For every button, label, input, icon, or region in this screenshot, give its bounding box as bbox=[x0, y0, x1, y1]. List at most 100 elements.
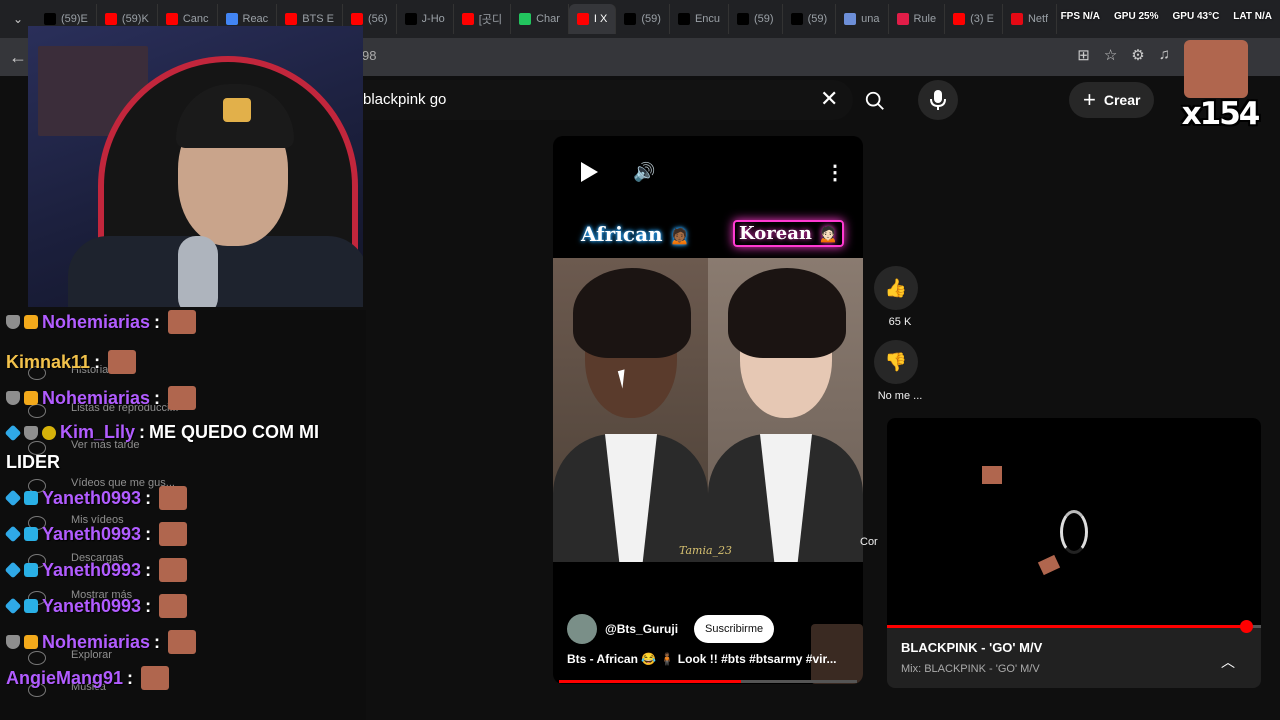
tab-favicon-icon bbox=[225, 13, 238, 25]
sub-badge-icon bbox=[24, 527, 38, 541]
emote-image bbox=[1184, 40, 1248, 98]
chat-emote bbox=[168, 630, 197, 654]
browser-tab[interactable]: una bbox=[836, 4, 889, 34]
clear-search-icon[interactable]: ✕ bbox=[820, 86, 838, 112]
chat-text: LIDER bbox=[6, 452, 60, 472]
browser-tab[interactable]: (59) bbox=[729, 4, 783, 34]
sub-badge-icon bbox=[24, 599, 38, 613]
chat-separator: : bbox=[145, 559, 152, 580]
collections-icon[interactable]: ♫ bbox=[1159, 46, 1170, 64]
url-text[interactable]: 98 bbox=[362, 48, 376, 63]
browser-tab[interactable]: [곳디 bbox=[454, 4, 512, 34]
floating-emote bbox=[1037, 554, 1061, 576]
dislike-button[interactable]: 👎 bbox=[874, 340, 918, 384]
chat-username[interactable]: Nohemiarias bbox=[42, 388, 150, 409]
subscribe-button[interactable]: Suscribirme bbox=[694, 615, 775, 643]
plus-icon: + bbox=[1083, 87, 1096, 112]
browser-tab[interactable]: (3) E bbox=[945, 4, 1003, 34]
chat-username[interactable]: AngieMang91 bbox=[6, 668, 123, 689]
channel-row: @Bts_Guruji Suscribirme bbox=[567, 614, 775, 644]
chat-separator: : bbox=[139, 422, 146, 442]
label-african: African 🙍🏾 bbox=[581, 222, 690, 246]
tab-favicon-icon bbox=[844, 13, 857, 25]
progress-knob[interactable] bbox=[1240, 620, 1254, 633]
latency-stat: LAT N/A bbox=[1233, 11, 1272, 22]
more-options-icon[interactable]: ⋮ bbox=[825, 160, 845, 185]
expand-chevron-up-icon[interactable]: ︿ bbox=[1221, 652, 1235, 672]
tab-favicon-icon bbox=[165, 13, 178, 25]
tab-title: (56) bbox=[367, 13, 388, 25]
chat-emote bbox=[159, 522, 188, 546]
chat-username[interactable]: Nohemiarias bbox=[42, 312, 150, 333]
search-input[interactable]: blackpink go ✕ bbox=[363, 80, 853, 120]
voice-search-button[interactable] bbox=[918, 80, 958, 120]
chat-username[interactable]: Nohemiarias bbox=[42, 632, 150, 653]
chat-message: Yaneth0993 : bbox=[4, 558, 188, 582]
tab-title: (3) E bbox=[970, 13, 994, 25]
microphone-icon bbox=[930, 90, 946, 110]
chat-separator: : bbox=[145, 523, 152, 544]
shield-badge-icon bbox=[6, 635, 20, 649]
tab-title: I X bbox=[593, 13, 608, 25]
like-count: 65 K bbox=[888, 316, 912, 328]
miniplayer-video[interactable] bbox=[887, 418, 1261, 628]
chat-emote bbox=[159, 558, 188, 582]
channel-name[interactable]: @Bts_Guruji bbox=[605, 622, 678, 636]
play-icon[interactable] bbox=[581, 162, 598, 182]
person-emoji-icon: 🙍🏾 bbox=[669, 226, 690, 245]
chat-separator: : bbox=[154, 387, 161, 408]
browser-tab[interactable]: J-Ho bbox=[397, 4, 454, 34]
browser-tab[interactable]: Rule bbox=[889, 4, 946, 34]
browser-tab[interactable]: Encu bbox=[670, 4, 730, 34]
like-button[interactable]: 👍 bbox=[874, 266, 918, 310]
address-bar-icons: ⊞ ☆ ⚙ ♫ bbox=[1077, 46, 1170, 64]
channel-avatar[interactable] bbox=[567, 614, 597, 644]
miniplayer-progress-bar[interactable] bbox=[887, 620, 1261, 633]
chat-emote bbox=[108, 350, 137, 374]
browser-tab[interactable]: Char bbox=[511, 4, 569, 34]
tab-title: (59)K bbox=[121, 13, 149, 25]
tab-title: Char bbox=[536, 13, 560, 25]
tab-favicon-icon bbox=[896, 13, 909, 25]
chat-separator: : bbox=[94, 351, 101, 372]
chat-message: Yaneth0993 : bbox=[4, 486, 188, 510]
tab-title: [곳디 bbox=[478, 14, 503, 26]
browser-tab[interactable]: I X bbox=[568, 4, 617, 34]
shield-badge-icon bbox=[6, 391, 20, 405]
browser-tab[interactable]: (59) bbox=[616, 4, 670, 34]
chat-username[interactable]: Kim_Lily bbox=[60, 422, 135, 443]
extensions-icon[interactable]: ⚙ bbox=[1131, 46, 1144, 64]
chat-username[interactable]: Yaneth0993 bbox=[42, 488, 141, 509]
tab-favicon-icon bbox=[790, 13, 803, 25]
browser-tab[interactable]: (59) bbox=[783, 4, 837, 34]
split-screen-icon[interactable]: ⊞ bbox=[1077, 46, 1090, 64]
short-progress-bar[interactable] bbox=[559, 680, 857, 683]
sub-badge-icon bbox=[24, 563, 38, 577]
search-button[interactable] bbox=[858, 84, 892, 118]
chat-username[interactable]: Kimnak11 bbox=[6, 352, 90, 373]
chat-username[interactable]: Yaneth0993 bbox=[42, 596, 141, 617]
chat-emote bbox=[159, 486, 188, 510]
miniplayer[interactable]: BLACKPINK - 'GO' M/V Mix: BLACKPINK - 'G… bbox=[887, 418, 1261, 688]
crown-badge-icon bbox=[24, 315, 38, 329]
short-title[interactable]: Bts - African 😂 🧍🏾 Look !! #bts #btsarmy… bbox=[567, 652, 853, 666]
tab-title: (59) bbox=[641, 13, 661, 25]
tab-title: Reac bbox=[242, 13, 269, 25]
chat-username[interactable]: Yaneth0993 bbox=[42, 560, 141, 581]
browser-tab[interactable]: Netf bbox=[1003, 4, 1058, 34]
tab-favicon-icon bbox=[677, 13, 690, 25]
chat-separator: : bbox=[145, 487, 152, 508]
favorite-star-icon[interactable]: ☆ bbox=[1104, 46, 1117, 64]
volume-icon[interactable]: 🔊 bbox=[633, 162, 655, 183]
crown-badge-icon bbox=[24, 635, 38, 649]
miniplayer-title[interactable]: BLACKPINK - 'GO' M/V bbox=[901, 640, 1042, 655]
chat-username[interactable]: Yaneth0993 bbox=[42, 524, 141, 545]
tab-favicon-icon bbox=[519, 13, 532, 25]
microphone bbox=[178, 236, 218, 307]
create-button[interactable]: + Crear bbox=[1069, 82, 1155, 118]
chat-text: ME QUEDO COM MI bbox=[149, 422, 320, 442]
chat-message: Kim_Lily : ME QUEDO COM MI bbox=[4, 422, 320, 443]
shorts-player[interactable]: 🔊 ⋮ African 🙍🏾 Korean 🙍🏻 Tamia_23 @Bts_G… bbox=[553, 136, 863, 684]
portrait-left bbox=[553, 258, 708, 562]
search-query[interactable]: blackpink go bbox=[363, 91, 446, 108]
